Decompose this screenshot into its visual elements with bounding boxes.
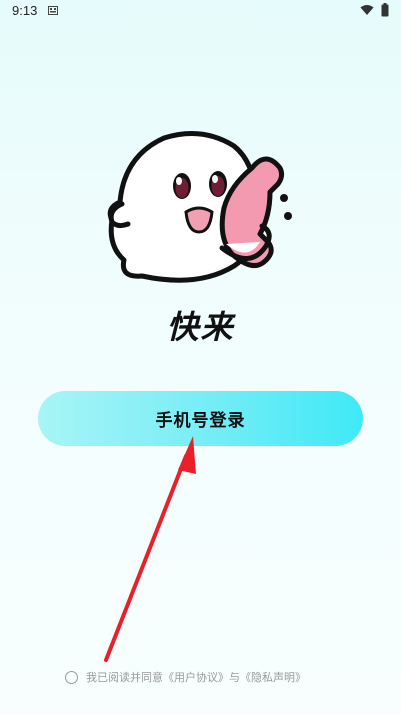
wifi-icon <box>360 5 374 15</box>
ghost-phone-mascot <box>107 131 292 283</box>
status-bar: 9:13 <box>0 0 401 24</box>
app-name: 快来 <box>166 308 235 346</box>
red-arrow-annotation <box>104 436 196 662</box>
agreement-conjunction: 与 <box>229 671 240 684</box>
agreement-row: 我已阅读并同意《用户协议》与《隐私声明》 <box>65 668 306 686</box>
agreement-text: 我已阅读并同意《用户协议》与《隐私声明》 <box>86 669 306 685</box>
agree-checkbox[interactable] <box>65 670 78 684</box>
agreement-prefix: 我已阅读并同意 <box>86 671 163 684</box>
battery-icon <box>381 3 389 17</box>
user-agreement-link[interactable]: 《用户协议》 <box>163 671 229 684</box>
phone-login-button[interactable]: 手机号登录 <box>38 391 363 446</box>
notification-icon <box>48 6 58 15</box>
status-time: 9:13 <box>12 3 38 18</box>
privacy-statement-link[interactable]: 《隐私声明》 <box>240 671 306 684</box>
